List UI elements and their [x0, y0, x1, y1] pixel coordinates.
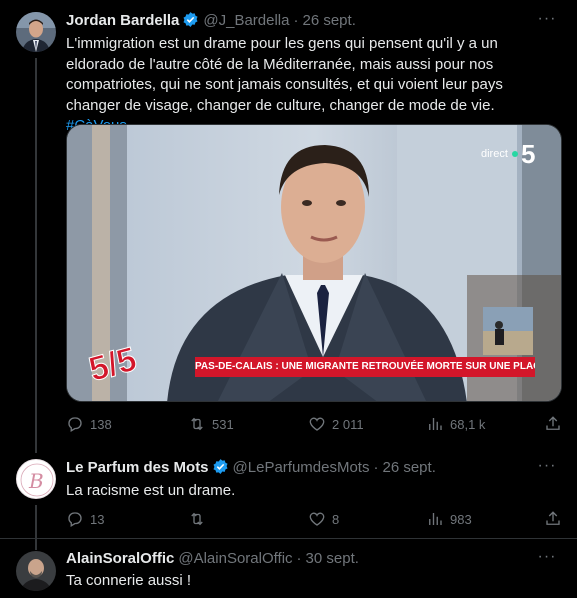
views-button[interactable]: 983: [426, 510, 472, 528]
verified-badge-icon: [182, 11, 199, 34]
reply-count: 138: [90, 416, 112, 432]
retweet-count: 531: [212, 416, 234, 432]
tweet-actions: 138 531 2 011 68,1 k: [66, 415, 562, 435]
more-icon[interactable]: ···: [537, 458, 557, 479]
tweet-date[interactable]: 26 sept.: [302, 12, 355, 29]
author-handle[interactable]: @LeParfumdesMots: [233, 459, 370, 476]
tweet-video[interactable]: 5/5 direct 5 PAS-DE-CALAIS : UNE MIGRANT…: [66, 124, 562, 402]
like-count: 2 011: [332, 416, 364, 432]
tweet-soral[interactable]: AlainSoralOffic @AlainSoralOffic · 30 sept.…: [0, 539, 577, 598]
author-name[interactable]: AlainSoralOffic: [66, 550, 174, 567]
author-name[interactable]: Le Parfum des Mots: [66, 459, 209, 476]
video-banner-text: PAS-DE-CALAIS : UNE MIGRANTE RETROUVÉE M…: [195, 361, 535, 372]
tweet-body: L'immigration est un drame pour les gens…: [66, 35, 503, 114]
more-icon[interactable]: ···: [537, 11, 557, 32]
retweet-icon: [191, 417, 203, 431]
retweet-button[interactable]: 531: [188, 415, 234, 433]
reply-count: 13: [90, 511, 105, 527]
author-handle[interactable]: @AlainSoralOffic: [178, 550, 292, 567]
share-icon: [546, 416, 560, 430]
avatar-parfum[interactable]: B: [16, 459, 56, 499]
like-button[interactable]: 2 011: [308, 415, 364, 433]
avatar-bardella[interactable]: [16, 12, 56, 52]
like-count: 8: [332, 511, 340, 527]
reply-button[interactable]: 13: [66, 510, 104, 528]
tweet-text: La racisme est un drame.: [66, 482, 236, 499]
share-button[interactable]: [544, 510, 562, 528]
views-button[interactable]: 68,1 k: [426, 415, 485, 433]
tweet-actions: 13 8 983: [66, 510, 562, 530]
retweet-icon: [191, 512, 203, 526]
channel-number: 5: [521, 139, 535, 169]
views-icon: [429, 513, 442, 525]
tweet-text: L'immigration est un drame pour les gens…: [66, 34, 556, 137]
like-button[interactable]: 8: [308, 510, 339, 528]
reply-icon: [68, 417, 82, 432]
svg-text:B: B: [28, 469, 44, 493]
reply-icon: [68, 512, 82, 527]
reply-button[interactable]: 138: [66, 415, 112, 433]
thread-line: [35, 58, 37, 453]
verified-badge-icon: [212, 458, 229, 481]
tweet-header: AlainSoralOffic @AlainSoralOffic · 30 sept.: [66, 550, 359, 567]
retweet-button[interactable]: [188, 510, 212, 528]
share-icon: [546, 511, 560, 525]
views-icon: [429, 418, 442, 430]
tweet-date[interactable]: 26 sept.: [382, 459, 435, 476]
tweet-header: Le Parfum des Mots @LeParfumdesMots · 26 se…: [66, 458, 436, 481]
more-icon[interactable]: ···: [537, 549, 557, 570]
tweet-parfum[interactable]: B Le Parfum des Mots @LeParfumdesMots · 26 …: [0, 447, 577, 550]
like-icon: [309, 417, 325, 431]
tweet-bardella[interactable]: Jordan Bardella @J_Bardella · 26 sept. ··· …: [0, 0, 577, 453]
tweet-header: Jordan Bardella @J_Bardella · 26 sept.: [66, 11, 356, 34]
views-count: 983: [450, 511, 472, 527]
author-name[interactable]: Jordan Bardella: [66, 12, 179, 29]
tweet-date[interactable]: 30 sept.: [306, 550, 359, 567]
views-count: 68,1 k: [450, 416, 486, 432]
tweet-text: Ta connerie aussi !: [66, 572, 192, 589]
avatar-soral[interactable]: [16, 551, 56, 591]
like-icon: [309, 512, 325, 526]
author-handle[interactable]: @J_Bardella: [203, 12, 289, 29]
share-button[interactable]: [544, 415, 562, 433]
channel-label: direct: [481, 148, 508, 160]
